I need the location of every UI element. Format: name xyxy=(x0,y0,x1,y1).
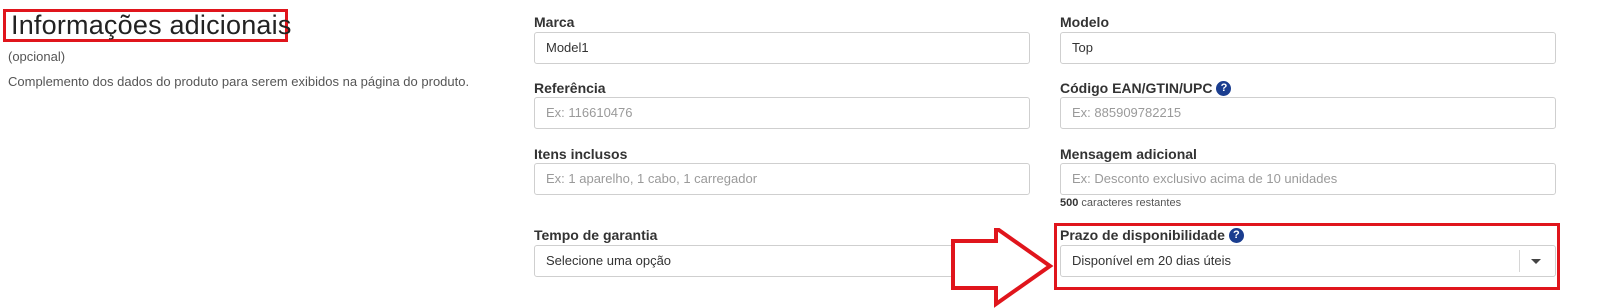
itens-label: Itens inclusos xyxy=(534,146,627,162)
mensagem-label-text: Mensagem adicional xyxy=(1060,146,1197,162)
garantia-selected-value: Selecione uma opção xyxy=(546,253,672,268)
chevron-down-icon[interactable] xyxy=(1531,259,1541,264)
select-divider xyxy=(1519,250,1520,272)
section-description: Complemento dos dados do produto para se… xyxy=(8,74,470,89)
section-title: Informações adicionais xyxy=(3,9,291,42)
marca-label: Marca xyxy=(534,14,574,30)
mensagem-input[interactable]: Ex: Desconto exclusivo acima de 10 unida… xyxy=(1060,163,1556,195)
modelo-label-text: Modelo xyxy=(1060,14,1109,30)
referencia-input[interactable]: Ex: 116610476 xyxy=(534,97,1030,129)
garantia-label-text: Tempo de garantia xyxy=(534,227,658,243)
referencia-label: Referência xyxy=(534,80,606,96)
modelo-input[interactable]: Top xyxy=(1060,32,1556,64)
itens-input[interactable]: Ex: 1 aparelho, 1 cabo, 1 carregador xyxy=(534,163,1030,195)
character-counter: 500 caracteres restantes xyxy=(1060,197,1181,209)
mensagem-label: Mensagem adicional xyxy=(1060,146,1197,162)
right-arrow-icon xyxy=(951,228,1054,308)
prazo-selected-value: Disponível em 20 dias úteis xyxy=(1072,253,1231,268)
counter-value: 500 xyxy=(1060,197,1079,209)
garantia-label: Tempo de garantia xyxy=(534,227,657,243)
prazo-label-text: Prazo de disponibilidade xyxy=(1060,227,1225,243)
marca-input[interactable]: Model1 xyxy=(534,32,1030,64)
prazo-select[interactable]: Disponível em 20 dias úteis xyxy=(1060,245,1556,277)
counter-text: caracteres restantes xyxy=(1081,197,1182,209)
section-subtitle: (opcional) xyxy=(8,49,66,64)
ean-label-text: Código EAN/GTIN/UPC xyxy=(1060,80,1213,96)
ean-input[interactable]: Ex: 885909782215 xyxy=(1060,97,1556,129)
ean-label: Código EAN/GTIN/UPC ? xyxy=(1060,80,1232,96)
marca-label-text: Marca xyxy=(534,14,575,30)
garantia-select[interactable]: Selecione uma opção xyxy=(534,245,1021,277)
modelo-label: Modelo xyxy=(1060,14,1109,30)
question-mark-icon[interactable]: ? xyxy=(1216,80,1232,96)
itens-label-text: Itens inclusos xyxy=(534,146,628,162)
prazo-label: Prazo de disponibilidade ? xyxy=(1060,227,1244,243)
question-mark-icon[interactable]: ? xyxy=(1228,227,1244,243)
referencia-label-text: Referência xyxy=(534,80,606,96)
